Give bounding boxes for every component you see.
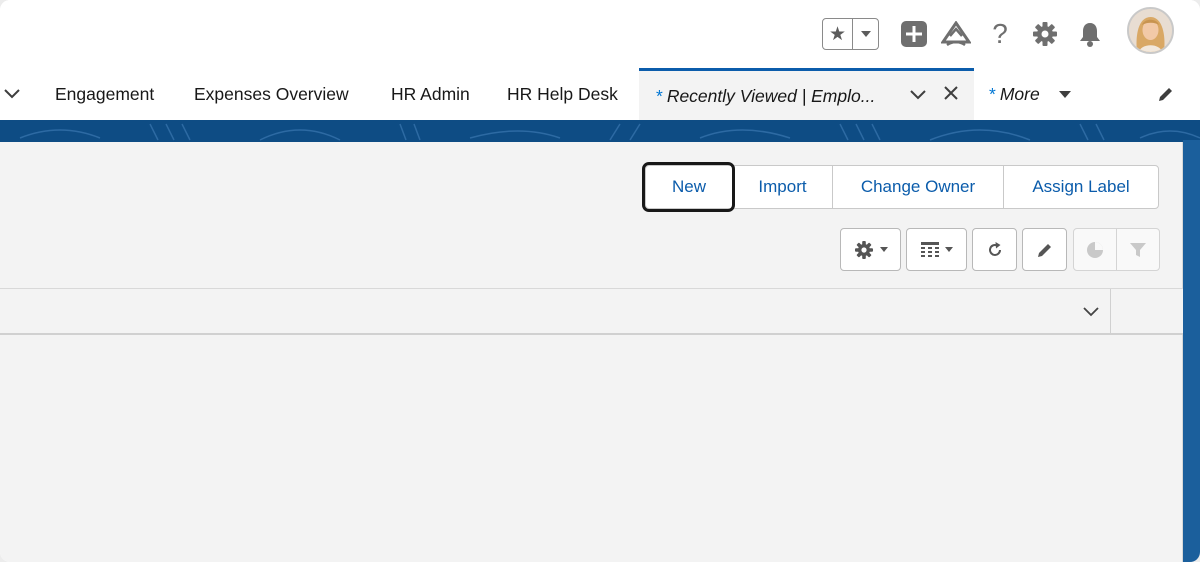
tab-expenses-overview[interactable]: Expenses Overview: [194, 68, 349, 120]
filter-icon: [1129, 241, 1147, 259]
more-caret-icon: [1058, 90, 1072, 99]
tab-hr-help-desk[interactable]: HR Help Desk: [507, 68, 618, 120]
unsaved-asterisk: *: [656, 86, 663, 106]
show-charts-button[interactable]: [1074, 229, 1117, 270]
add-icon[interactable]: [898, 18, 930, 50]
import-button[interactable]: Import: [732, 165, 833, 209]
inline-edit-button[interactable]: [1022, 228, 1067, 271]
caret-down-icon[interactable]: [853, 19, 878, 49]
tab-recently-viewed[interactable]: * Recently Viewed | Emplo...: [639, 68, 974, 120]
tab-engagement[interactable]: Engagement: [55, 68, 154, 120]
refresh-button[interactable]: [972, 228, 1017, 271]
setup-gear-icon[interactable]: [1029, 18, 1061, 50]
decorative-banner: [0, 120, 1200, 142]
settings-gear-icon: [854, 240, 874, 260]
chart-filter-button-group: [1073, 228, 1160, 271]
caret-down-icon: [879, 247, 888, 252]
tab-hr-admin[interactable]: HR Admin: [391, 68, 470, 120]
more-label: More: [999, 83, 1040, 104]
list-view-controls-button[interactable]: [840, 228, 901, 271]
list-actions-button-group: New Import Change Owner Assign Label: [645, 165, 1159, 209]
notifications-bell-icon[interactable]: [1074, 18, 1106, 50]
table-header-row: [0, 288, 1183, 335]
display-as-table-icon: [920, 241, 939, 258]
edit-pencil-icon: [1036, 241, 1054, 259]
active-tab-text: Recently Viewed | Emplo...: [666, 86, 876, 106]
nav-overflow-chevron-icon[interactable]: [4, 68, 20, 120]
user-avatar[interactable]: [1127, 7, 1174, 54]
filter-button[interactable]: [1117, 229, 1159, 270]
global-header: ★ ?: [0, 0, 1200, 68]
refresh-icon: [985, 240, 1005, 260]
chart-icon: [1086, 241, 1104, 259]
decorative-side-strip: [1183, 140, 1200, 562]
new-button[interactable]: New: [645, 165, 733, 209]
trailhead-icon[interactable]: [940, 18, 972, 50]
star-icon[interactable]: ★: [823, 19, 853, 49]
navigation-tab-bar: Engagement Expenses Overview HR Admin HR…: [0, 68, 1200, 120]
close-tab-icon[interactable]: [943, 85, 959, 106]
assign-label-button[interactable]: Assign Label: [1003, 165, 1159, 209]
active-tab-label[interactable]: * Recently Viewed | Emplo...: [656, 86, 875, 107]
app-window: ★ ? Engagement Expenses Overview HR Admi…: [0, 0, 1200, 562]
caret-down-icon: [944, 247, 953, 252]
edit-nav-pencil-icon[interactable]: [1157, 68, 1175, 120]
tab-more[interactable]: * More: [989, 68, 1072, 120]
more-asterisk: *: [989, 83, 996, 104]
column-actions-chevron-icon[interactable]: [1072, 289, 1110, 334]
change-owner-button[interactable]: Change Owner: [832, 165, 1004, 209]
tab-menu-chevron-icon[interactable]: [909, 88, 927, 106]
help-icon[interactable]: ?: [984, 18, 1016, 50]
display-as-button[interactable]: [906, 228, 967, 271]
column-divider[interactable]: [1110, 289, 1111, 334]
favorites-button-group: ★: [822, 18, 879, 50]
